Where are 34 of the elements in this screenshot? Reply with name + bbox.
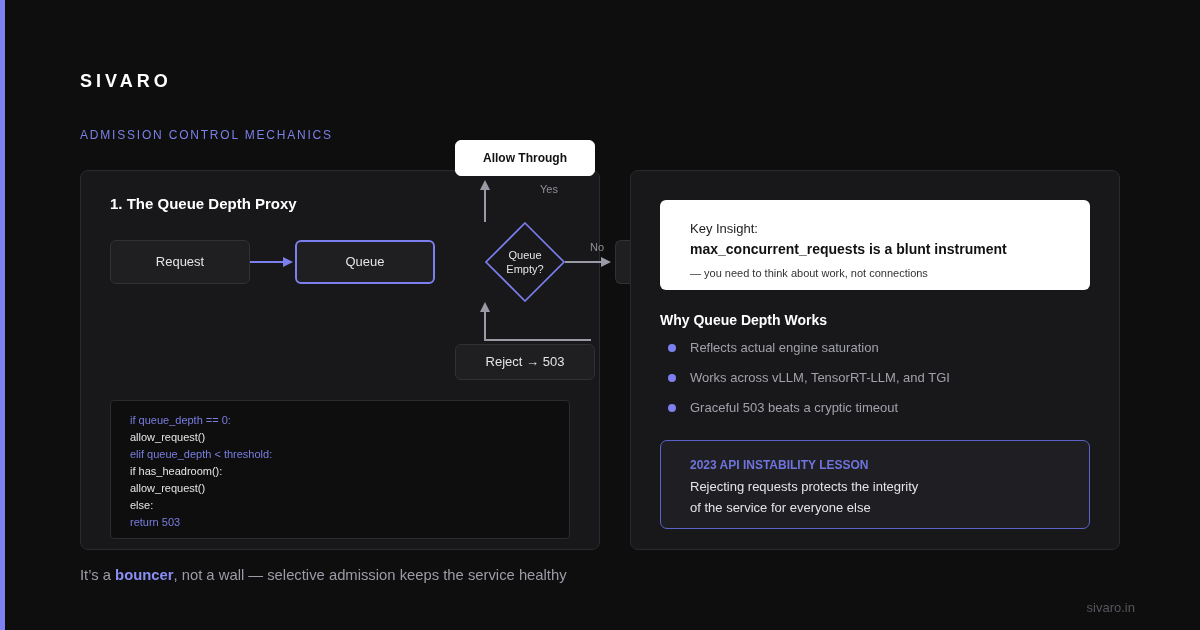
bullet-icon [668,374,676,382]
list-item-text: Graceful 503 beats a cryptic timeout [690,399,899,417]
list-item-text: Reflects actual engine saturation [690,339,879,357]
callout-note: — you need to think about work, not connections [690,266,929,281]
code-line: elif queue_depth < threshold: [130,447,274,462]
code-line: if has_headroom(): [130,464,224,479]
flow-node: Reject → 503 [455,344,595,380]
bullet-icon [668,344,676,352]
edge-label: Yes [540,183,558,195]
callout-label: Key Insight: [690,220,759,238]
code-line: allow_request() [130,430,207,445]
code-line: return 503 [130,515,182,530]
flow-node: Queue [295,240,435,284]
decision-node: Queue Empty? [485,222,565,302]
connector-arrow [565,256,611,268]
brand-logo: SIVARO [80,70,173,93]
callout-headline: max_concurrent_requests is a blunt instrument [690,240,1008,259]
card-title: 1. The Queue Depth Proxy [110,194,298,214]
caption-text: It’s a bouncer, not a wall — selective admission keeps the service healthy [80,566,568,585]
list-heading: Why Queue Depth Works [660,311,828,329]
code-line: else: [130,498,155,513]
list-item-text: Works across vLLM, TensorRT-LLM, and TGI [690,369,950,387]
code-line: if queue_depth == 0: [130,413,232,428]
edge-label: No [590,241,605,253]
code-line: allow_request() [130,481,207,496]
flow-node: Allow Through [455,140,595,176]
connector-arrow [250,256,293,268]
lesson-title: 2023 API INSTABILITY LESSON [690,457,870,474]
flow-node: Request [110,240,250,284]
bullet-icon [668,404,676,412]
connector-arrow [479,180,491,222]
site-url: sivaro.in [1086,600,1135,615]
lesson-text: Rejecting requests protects the integrity of the service for everyone else [690,478,920,517]
section-label: ADMISSION CONTROL MECHANICS [80,127,334,144]
